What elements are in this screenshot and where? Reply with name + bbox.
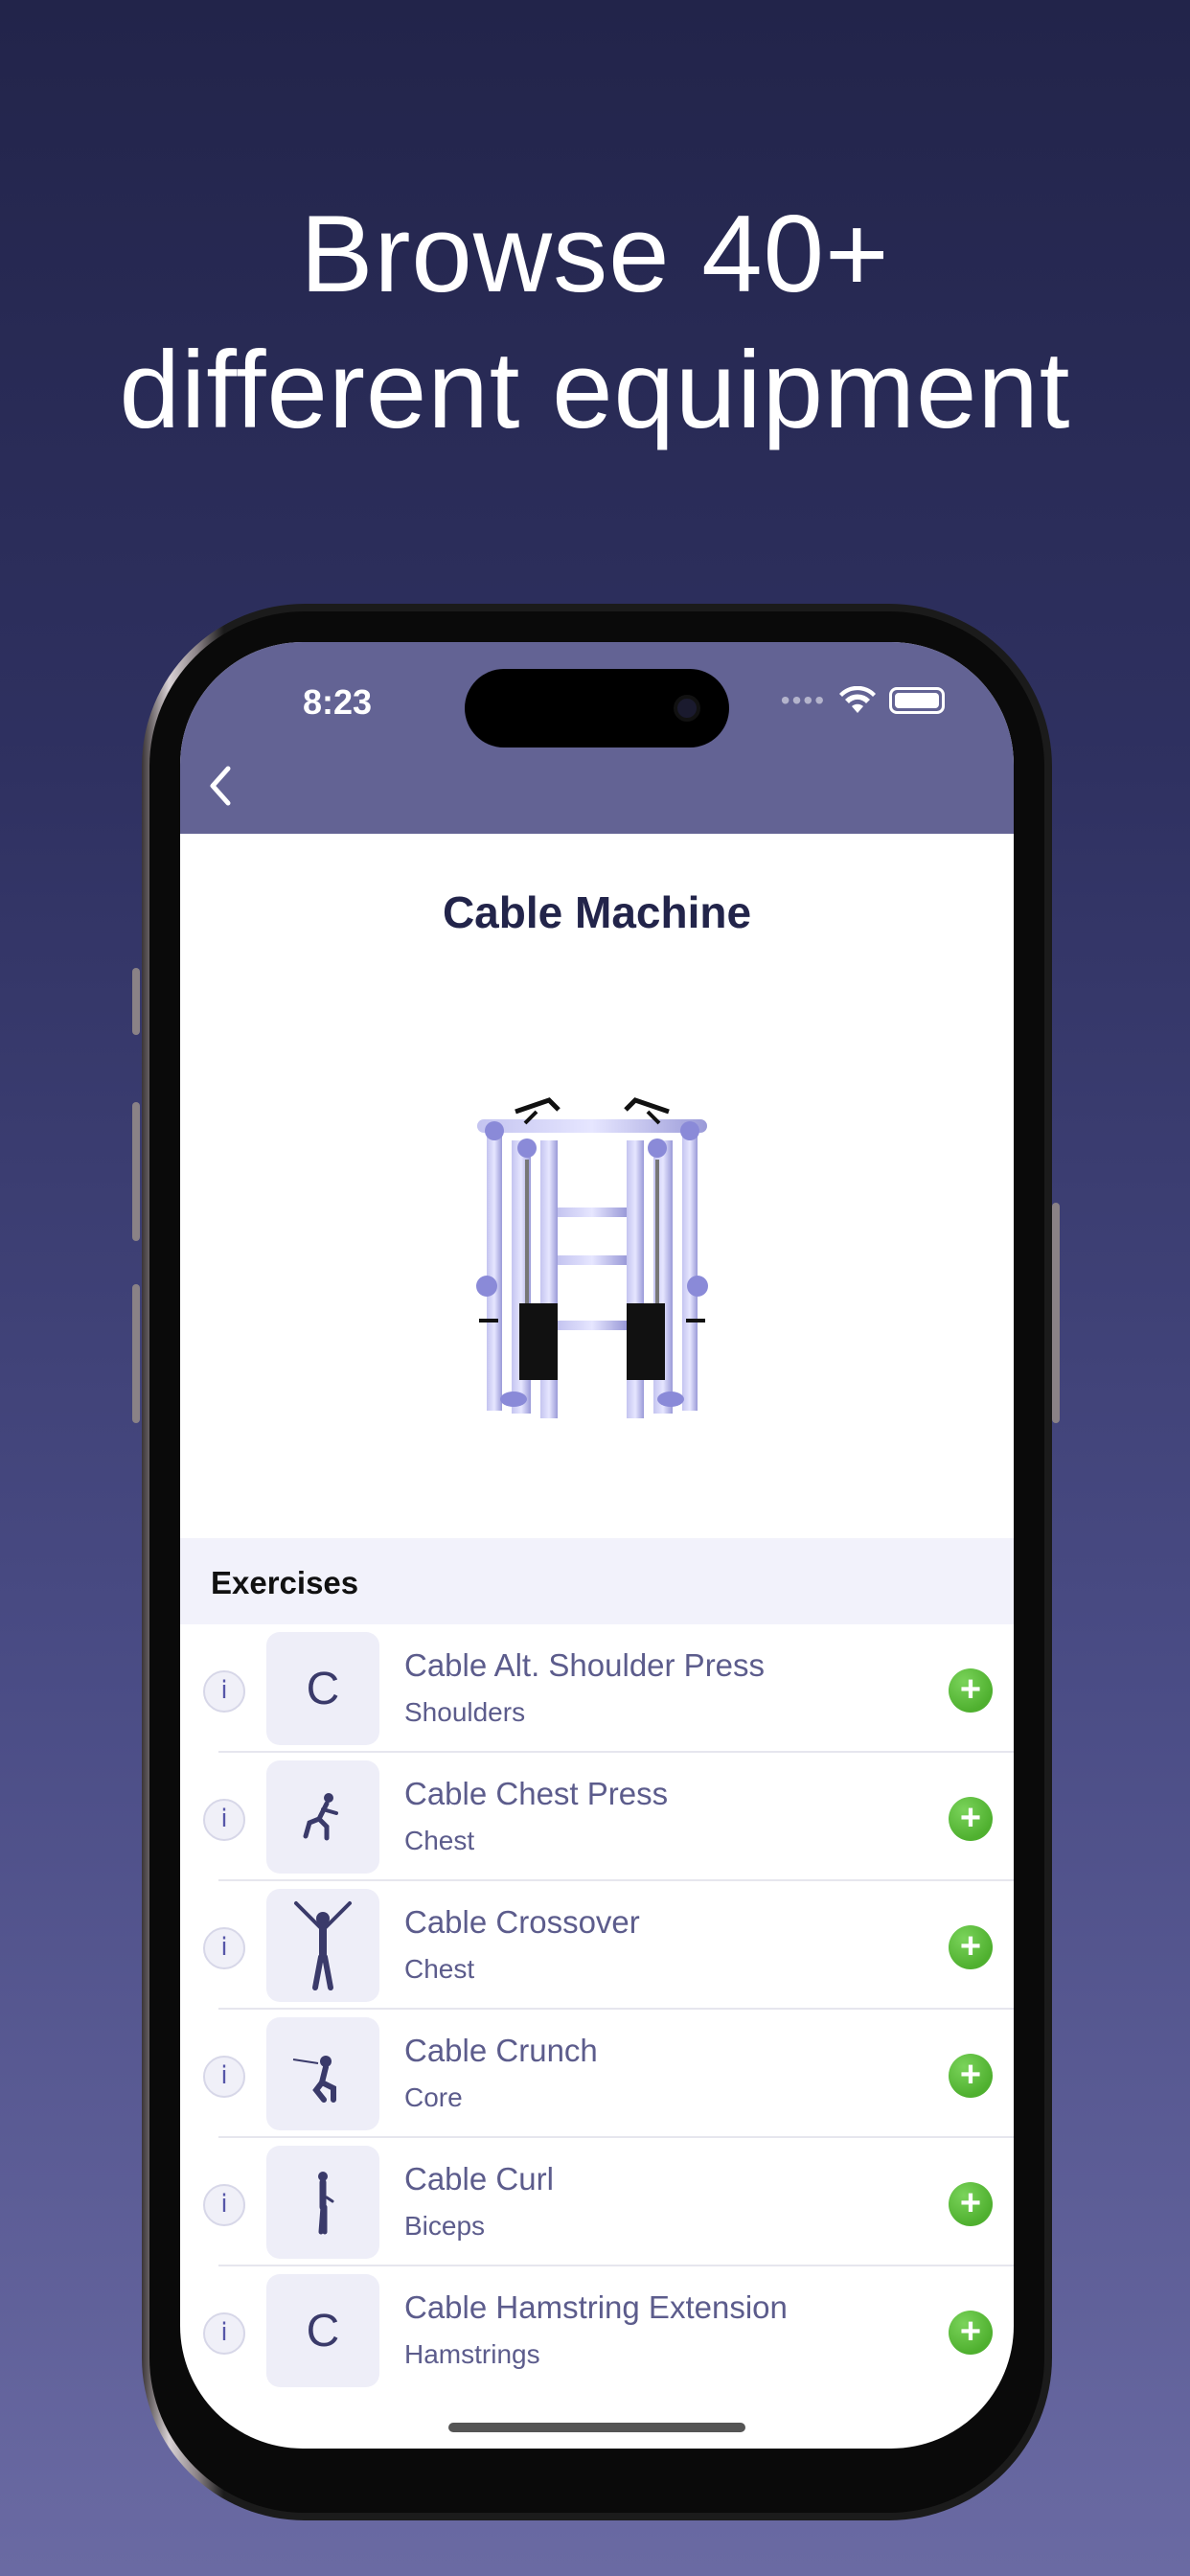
exercise-name: Cable Crossover bbox=[404, 1904, 640, 1940]
exercise-muscle: Hamstrings bbox=[404, 2339, 540, 2369]
home-indicator[interactable] bbox=[448, 2423, 745, 2432]
app-screen: 8:23 •••• Cable Machine Exercises i C Ca… bbox=[180, 642, 1014, 2449]
nav-bar: 8:23 •••• bbox=[180, 642, 1014, 834]
phone-action-button bbox=[132, 968, 140, 1035]
thumbnail-letter: C bbox=[306, 2305, 340, 2357]
exercise-muscle: Core bbox=[404, 2082, 463, 2112]
section-title: Exercises bbox=[211, 1565, 359, 1600]
chest-press-figure-icon bbox=[303, 1793, 338, 1841]
info-button[interactable]: i bbox=[203, 2056, 245, 2098]
marketing-headline: Browse 40+ different equipment bbox=[0, 187, 1190, 459]
headline-line-1: Browse 40+ bbox=[300, 194, 890, 315]
cable-machine-image bbox=[476, 1097, 708, 1418]
list-item[interactable]: i Cable Crunch Core + bbox=[180, 2010, 1014, 2138]
info-button[interactable]: i bbox=[203, 1927, 245, 1969]
exercise-muscle: Biceps bbox=[404, 2211, 486, 2241]
add-exercise-button[interactable]: + bbox=[949, 1925, 993, 1969]
exercise-list: i C Cable Alt. Shoulder Press Shoulders … bbox=[180, 1624, 1014, 2395]
status-icons: •••• bbox=[781, 686, 945, 715]
list-item[interactable]: i Cable Chest Press Chest + bbox=[180, 1753, 1014, 1881]
add-exercise-button[interactable]: + bbox=[949, 1797, 993, 1841]
add-exercise-button[interactable]: + bbox=[949, 2182, 993, 2226]
phone-volume-up-button bbox=[132, 1102, 140, 1241]
info-button[interactable]: i bbox=[203, 2312, 245, 2355]
phone-power-button bbox=[1052, 1203, 1060, 1423]
exercise-name: Cable Alt. Shoulder Press bbox=[404, 1647, 766, 1683]
exercise-thumbnail bbox=[266, 1760, 379, 1874]
thumbnail-letter: C bbox=[306, 1663, 340, 1714]
list-item[interactable]: i C Cable Hamstring Extension Hamstrings… bbox=[180, 2266, 1014, 2395]
exercise-name: Cable Chest Press bbox=[404, 1776, 669, 1811]
info-button[interactable]: i bbox=[203, 2184, 245, 2226]
exercise-thumbnail bbox=[266, 1889, 379, 2002]
exercise-name: Cable Crunch bbox=[404, 2033, 598, 2068]
exercise-name: Cable Hamstring Extension bbox=[404, 2289, 788, 2325]
exercise-thumbnail: C bbox=[266, 2274, 379, 2387]
wifi-icon bbox=[839, 686, 876, 713]
add-exercise-button[interactable]: + bbox=[949, 2054, 993, 2098]
headline-line-2: different equipment bbox=[119, 330, 1071, 451]
exercise-thumbnail: C bbox=[266, 1632, 379, 1745]
exercise-muscle: Chest bbox=[404, 1954, 475, 1984]
exercise-name: Cable Curl bbox=[404, 2161, 554, 2196]
exercises-section-header: Exercises bbox=[180, 1538, 1014, 1624]
info-button[interactable]: i bbox=[203, 1670, 245, 1713]
list-item[interactable]: i Cable Curl Biceps + bbox=[180, 2138, 1014, 2266]
add-exercise-button[interactable]: + bbox=[949, 2311, 993, 2355]
back-chevron-icon[interactable] bbox=[199, 757, 247, 815]
list-item[interactable]: i C Cable Alt. Shoulder Press Shoulders … bbox=[180, 1624, 1014, 1753]
page-title: Cable Machine bbox=[442, 887, 752, 937]
info-button[interactable]: i bbox=[203, 1799, 245, 1841]
exercise-thumbnail bbox=[266, 2146, 379, 2259]
crossover-figure-icon bbox=[294, 1901, 352, 1990]
exercise-thumbnail bbox=[266, 2017, 379, 2130]
crunch-figure-icon bbox=[292, 2056, 336, 2103]
curl-figure-icon bbox=[318, 2172, 334, 2235]
status-time: 8:23 bbox=[303, 682, 373, 722]
battery-icon bbox=[889, 687, 945, 714]
signal-icon: •••• bbox=[780, 685, 826, 715]
dynamic-island bbox=[465, 669, 729, 748]
phone-volume-down-button bbox=[132, 1284, 140, 1423]
exercise-muscle: Shoulders bbox=[404, 1697, 526, 1727]
list-item[interactable]: i Cable Crossover Chest + bbox=[180, 1881, 1014, 2010]
add-exercise-button[interactable]: + bbox=[949, 1668, 993, 1713]
exercise-muscle: Chest bbox=[404, 1826, 475, 1855]
